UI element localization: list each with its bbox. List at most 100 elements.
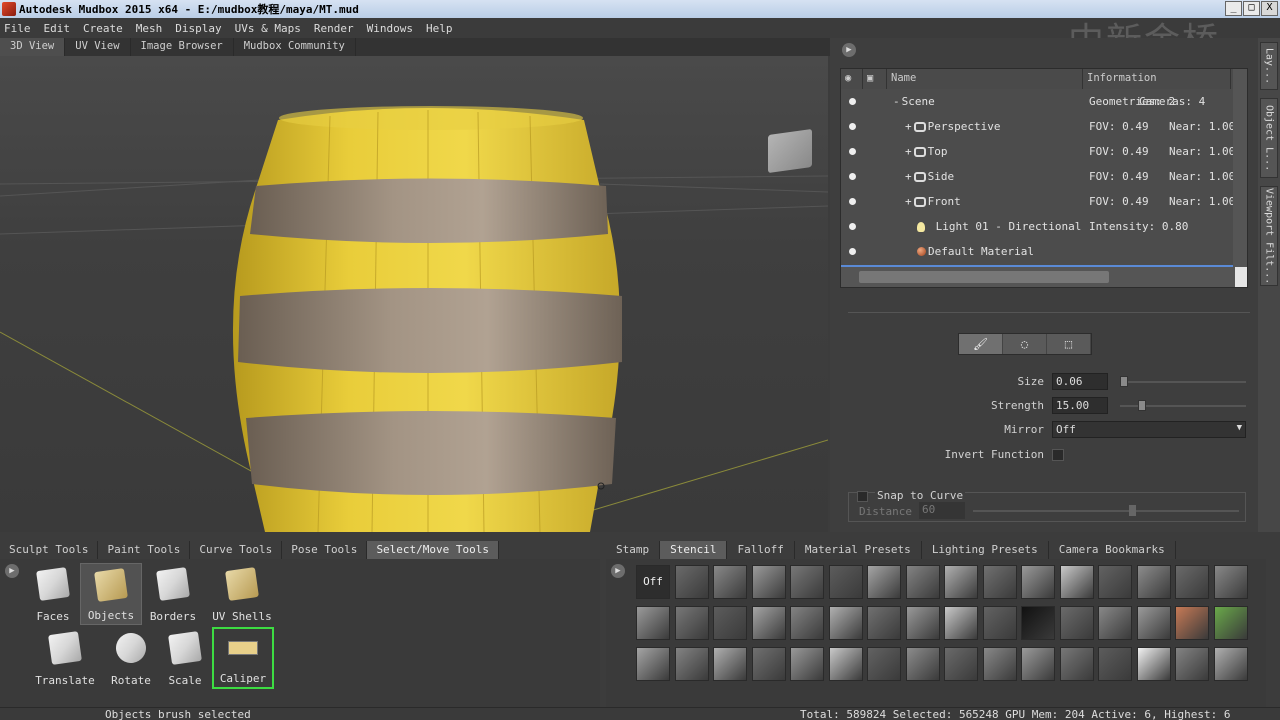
menu-render[interactable]: Render	[314, 22, 354, 35]
column-information[interactable]: Information	[1083, 69, 1231, 89]
visibility-eye-icon[interactable]: ◉	[841, 69, 863, 89]
stencil-thumbnail[interactable]	[828, 647, 863, 681]
tab-stencil[interactable]: Stencil	[660, 541, 728, 559]
horizontal-scrollbar[interactable]	[841, 267, 1235, 287]
visibility-dot-icon[interactable]	[849, 248, 856, 255]
vertical-scrollbar[interactable]	[1233, 69, 1247, 267]
stencil-thumbnail[interactable]	[713, 647, 747, 681]
visibility-dot-icon[interactable]	[849, 223, 856, 230]
tree-expand-icon[interactable]: +	[905, 120, 912, 133]
tab-material-presets[interactable]: Material Presets	[795, 541, 922, 559]
list-item-perspective[interactable]: + Perspective FOV: 0.49 Near: 1.000	[841, 114, 1235, 139]
stencil-thumbnail[interactable]	[636, 606, 670, 640]
stencil-thumbnail[interactable]	[636, 647, 670, 681]
stencil-thumbnail[interactable]	[1213, 606, 1248, 640]
stencil-thumbnail[interactable]	[982, 647, 1017, 681]
stencil-thumbnail[interactable]	[982, 565, 1017, 599]
list-item-top[interactable]: + Top FOV: 0.49 Near: 1.000	[841, 139, 1235, 164]
stencil-thumbnail[interactable]	[713, 565, 747, 599]
objects-tool[interactable]: Objects	[80, 563, 142, 625]
tab-layers[interactable]: Lay...	[1260, 42, 1278, 90]
lock-icon[interactable]: ▣	[863, 69, 887, 89]
stencil-thumbnail[interactable]	[674, 606, 709, 640]
strength-slider[interactable]	[1120, 400, 1246, 411]
stencil-thumbnail[interactable]	[1175, 647, 1209, 681]
stencil-thumbnail[interactable]	[944, 647, 978, 681]
stencil-thumbnail[interactable]	[790, 606, 824, 640]
list-item-front[interactable]: + Front FOV: 0.49 Near: 1.000	[841, 189, 1235, 214]
stencil-thumbnail[interactable]	[1098, 565, 1132, 599]
translate-tool[interactable]: Translate	[34, 627, 96, 689]
stencil-thumbnail[interactable]	[1059, 565, 1094, 599]
rotate-tool[interactable]: Rotate	[100, 627, 162, 689]
list-item-side[interactable]: + Side FOV: 0.49 Near: 1.000	[841, 164, 1235, 189]
menu-mesh[interactable]: Mesh	[136, 22, 163, 35]
stencil-thumbnail[interactable]	[944, 565, 978, 599]
stencil-thumbnail[interactable]	[867, 647, 901, 681]
menu-file[interactable]: File	[4, 22, 31, 35]
rectangle-select-icon[interactable]: ⬚	[1047, 334, 1091, 354]
tree-expand-icon[interactable]: +	[905, 145, 912, 158]
visibility-dot-icon[interactable]	[849, 148, 856, 155]
tab-mudbox-community[interactable]: Mudbox Community	[234, 38, 356, 56]
stencil-thumbnail[interactable]	[1213, 647, 1248, 681]
stencil-thumbnail[interactable]	[905, 647, 940, 681]
tab-paint-tools[interactable]: Paint Tools	[98, 541, 191, 559]
stencil-thumbnail[interactable]	[982, 606, 1017, 640]
tree-expand-icon[interactable]: -	[893, 95, 900, 108]
tree-expand-icon[interactable]: +	[905, 195, 912, 208]
tab-object-list[interactable]: Object L...	[1260, 98, 1278, 178]
scrollbar-thumb[interactable]	[859, 271, 1109, 283]
tray-expand-icon[interactable]: ▶	[5, 564, 19, 578]
faces-tool[interactable]: Faces	[22, 563, 84, 625]
stencil-off-button[interactable]: Off	[636, 565, 670, 599]
stencil-thumbnail[interactable]	[713, 606, 747, 640]
menu-edit[interactable]: Edit	[44, 22, 71, 35]
stencil-thumbnail[interactable]	[1175, 606, 1209, 640]
viewcube-icon[interactable]	[768, 128, 812, 174]
strength-slider-handle[interactable]	[1137, 400, 1146, 411]
tab-viewport-filters[interactable]: Viewport Filt...	[1260, 186, 1278, 286]
panel-collapse-icon[interactable]: ▶	[842, 43, 856, 57]
stencil-thumbnail[interactable]	[790, 565, 824, 599]
borders-tool[interactable]: Borders	[142, 563, 204, 625]
list-item-light[interactable]: Light 01 - Directional Intensity: 0.80	[841, 214, 1235, 239]
stencil-thumbnail[interactable]	[1213, 565, 1248, 599]
stencil-thumbnail[interactable]	[790, 647, 824, 681]
stencil-thumbnail[interactable]	[674, 565, 709, 599]
tab-lighting-presets[interactable]: Lighting Presets	[922, 541, 1049, 559]
stencil-thumbnail[interactable]	[1098, 647, 1132, 681]
stencil-thumbnail[interactable]	[1021, 606, 1055, 640]
list-item-scene[interactable]: - Scene Geometries: 2 Cameras: 4	[841, 89, 1235, 114]
size-field[interactable]: 0.06	[1052, 373, 1108, 390]
stencil-thumbnail[interactable]	[1175, 565, 1209, 599]
stencil-thumbnail[interactable]	[674, 647, 709, 681]
minimize-button[interactable]: _	[1225, 1, 1242, 16]
list-item-default-material[interactable]: Default Material	[841, 239, 1235, 264]
stencil-thumbnail[interactable]	[944, 606, 978, 640]
visibility-dot-icon[interactable]	[849, 123, 856, 130]
tab-camera-bookmarks[interactable]: Camera Bookmarks	[1049, 541, 1176, 559]
stencil-thumbnail[interactable]	[1021, 647, 1055, 681]
stencil-thumbnail[interactable]	[1059, 647, 1094, 681]
stencil-thumbnail[interactable]	[751, 647, 786, 681]
brush-select-icon[interactable]: 🖌	[959, 334, 1003, 354]
tab-select-move-tools[interactable]: Select/Move Tools	[367, 541, 500, 559]
size-slider-handle[interactable]	[1120, 376, 1128, 387]
visibility-dot-icon[interactable]	[849, 198, 856, 205]
tab-3d-view[interactable]: 3D View	[0, 38, 66, 56]
tab-curve-tools[interactable]: Curve Tools	[190, 541, 283, 559]
menu-display[interactable]: Display	[175, 22, 221, 35]
tree-expand-icon[interactable]: +	[905, 170, 912, 183]
stencil-thumbnail[interactable]	[1059, 606, 1094, 640]
stencil-thumbnail[interactable]	[867, 606, 901, 640]
3d-viewport[interactable]	[0, 56, 828, 532]
visibility-dot-icon[interactable]	[849, 173, 856, 180]
tab-falloff[interactable]: Falloff	[727, 541, 795, 559]
tab-pose-tools[interactable]: Pose Tools	[282, 541, 368, 559]
tab-sculpt-tools[interactable]: Sculpt Tools	[0, 541, 99, 559]
stencil-thumbnail[interactable]	[1136, 647, 1171, 681]
stencil-thumbnail[interactable]	[828, 565, 863, 599]
stencil-thumbnail[interactable]	[751, 606, 786, 640]
stencil-thumbnail[interactable]	[828, 606, 863, 640]
